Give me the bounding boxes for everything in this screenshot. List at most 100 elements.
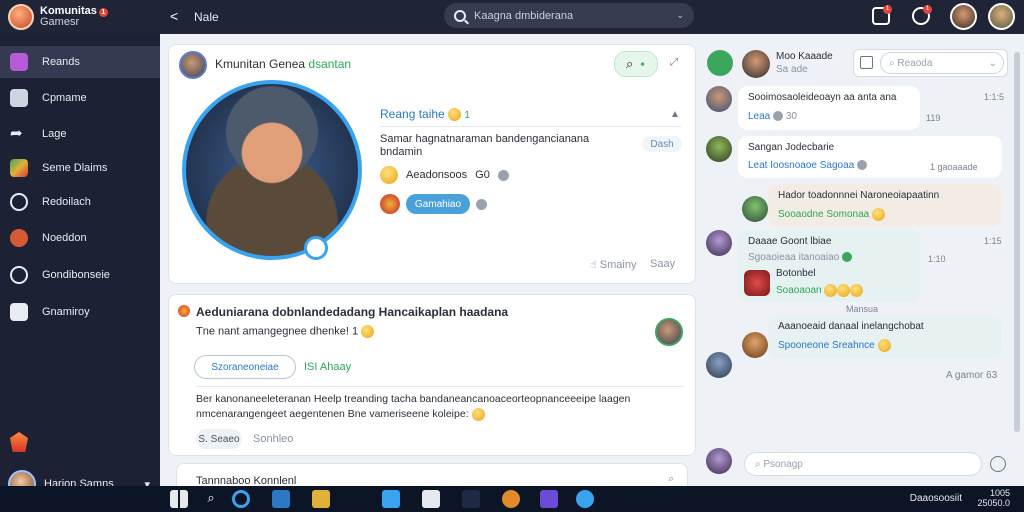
chat-footer-note: A gamor 63	[946, 370, 998, 381]
notification-icon[interactable]: 1	[872, 5, 892, 25]
chat-message-line-1: Sooimosaoleideoayn aa anta ana	[748, 92, 897, 103]
search-icon	[454, 9, 466, 22]
announcement-title[interactable]: Aeduniarana dobnlandedadang Hancaikaplan…	[196, 305, 508, 319]
friend-avatar[interactable]	[988, 3, 1015, 30]
app-icon[interactable]	[540, 490, 558, 508]
chat-time: 119	[926, 113, 941, 123]
back-button[interactable]: <	[170, 8, 178, 24]
flame-icon[interactable]	[10, 432, 28, 452]
status-icon	[841, 252, 852, 263]
mail-icon[interactable]	[422, 490, 440, 508]
info-icon[interactable]	[476, 198, 487, 210]
tag-pill[interactable]: Dash	[642, 136, 682, 152]
folder-icon[interactable]	[382, 490, 400, 508]
chat-header-avatar[interactable]	[742, 50, 770, 78]
chat-message-line-2: Sooaodne Somonaa	[778, 209, 870, 221]
announcement-avatar[interactable]	[655, 318, 683, 346]
browser-icon[interactable]	[502, 490, 520, 508]
chat-message-input[interactable]: ⌕ Psonagp	[744, 452, 982, 476]
sidebar-item-redoilach[interactable]: Redoilach	[0, 186, 160, 218]
chat-message-line-1: Aaanoeaid danaal inelangchobat	[778, 321, 924, 332]
action-button[interactable]: Gamahiao	[406, 194, 470, 214]
chat-header-sub: Sa ade	[776, 64, 808, 75]
sidebar-item-gnamiroy[interactable]: Gnamiroy	[0, 296, 160, 328]
fire-badge-icon	[380, 194, 400, 214]
sidebar-item-noeddon[interactable]: Noeddon	[0, 222, 160, 254]
collapse-icon[interactable]: ▲	[670, 109, 680, 120]
post-heading-count: 1	[464, 110, 470, 121]
clock[interactable]: 1005 25050.0	[977, 488, 1010, 508]
sidebar-item-lage[interactable]: ➦ Lage	[0, 118, 160, 150]
game-store-icon	[10, 159, 28, 177]
post-footer-right[interactable]: Saay	[650, 258, 675, 270]
announcement-body-line-1: Ber kanonaneeleteranan Heelp treanding t…	[196, 393, 631, 405]
sparkle-icon: ✦	[639, 59, 646, 69]
game-icon[interactable]	[462, 490, 480, 508]
sidebar-item-gondibonseie[interactable]: Gondibonseie	[0, 259, 160, 291]
chat-note: Mansua	[846, 304, 879, 314]
camera-icon	[10, 266, 28, 284]
sidebar-item-label: Redoilach	[42, 196, 91, 208]
post-search-button[interactable]: ⌕ ✦	[614, 51, 658, 77]
chat-avatar[interactable]	[706, 352, 732, 378]
system-tray[interactable]: Daaosoosiit	[910, 493, 962, 504]
post-author-name[interactable]: Kmunitan Genea	[215, 57, 305, 71]
gallery-icon[interactable]	[312, 490, 330, 508]
edge-icon[interactable]	[576, 490, 594, 508]
link-pill[interactable]: Szoraneoneiae	[194, 355, 296, 379]
sidebar-item-seme-dlaims[interactable]: Seme Dlaims	[0, 152, 160, 184]
sidebar-item-label: Gnamiroy	[42, 306, 90, 318]
cortana-icon[interactable]	[232, 490, 250, 508]
chat-channel-icon[interactable]	[707, 50, 733, 76]
brand-subtitle: Gamesr	[40, 16, 80, 28]
emoji-icon	[850, 284, 864, 297]
brand[interactable]: Komunitas 1 Gamesr	[8, 4, 108, 30]
emoji-picker-icon[interactable]	[990, 456, 1006, 472]
chat-avatar[interactable]	[706, 448, 732, 474]
sidebar-item-label: Cpmame	[42, 92, 87, 104]
chat-avatar[interactable]	[742, 332, 768, 358]
post-description-line-1: Samar hagnatnaraman bandengancianana	[380, 133, 590, 145]
post-author-avatar[interactable]	[179, 51, 207, 79]
chat-filter-input[interactable]: ⌕ Reaoda ⌄	[880, 52, 1004, 74]
calendar-icon	[10, 89, 28, 107]
global-search-input[interactable]: Kaagna dmbiderana ⌄	[444, 3, 694, 28]
like-icon[interactable]	[857, 160, 867, 171]
chat-avatar[interactable]	[742, 196, 768, 222]
chat-message-line-4: Soaoaoan	[776, 285, 822, 297]
sidebar-item-cpmame[interactable]: Cpmame	[0, 82, 160, 114]
emoji-icon	[837, 284, 851, 297]
like-icon[interactable]	[773, 111, 784, 122]
sidebar: Reands Cpmame ➦ Lage Seme Dlaims Redoilac…	[0, 34, 160, 498]
chat-avatar[interactable]	[706, 136, 732, 162]
sidebar-item-label: Lage	[42, 128, 67, 140]
post-author-tag[interactable]: dsantan	[308, 57, 351, 71]
chat-message-line-2: Leaa	[748, 111, 771, 122]
chat-scrollbar[interactable]	[1014, 52, 1020, 432]
gamepad-icon	[10, 53, 28, 71]
store-icon[interactable]	[272, 490, 290, 508]
search-icon[interactable]: ⌕	[668, 473, 674, 486]
chat-message-line-1: Daaae Goont lbiae	[748, 236, 832, 247]
top-bar: Komunitas 1 Gamesr < Nale Kaagna dmbidera…	[0, 0, 1024, 34]
windows-start-icon[interactable]	[170, 490, 188, 508]
thumb-icon: ☝	[590, 259, 597, 271]
chat-message-line-1: Sangan Jodecbarie	[748, 142, 835, 153]
search-icon[interactable]: ⌕	[202, 490, 220, 508]
edit-icon[interactable]	[860, 56, 873, 69]
post-footer-left[interactable]: Smainy	[600, 259, 637, 271]
character-icon	[10, 229, 28, 247]
taskbar: ⌕ Daaosoosiit 1005 25050.0	[0, 486, 1024, 512]
share-button[interactable]: Sonhleo	[253, 433, 293, 445]
reply-button[interactable]: S. Seaeo	[196, 429, 242, 449]
chat-bubble-icon[interactable]: 1	[912, 5, 932, 25]
chat-avatar[interactable]	[706, 230, 732, 256]
chevron-down-icon[interactable]: ⌄	[676, 10, 684, 21]
clock-date: 25050.0	[977, 498, 1010, 508]
sidebar-item-reands[interactable]: Reands	[0, 46, 160, 78]
reaction-emoji-icon[interactable]	[380, 166, 398, 184]
chat-avatar[interactable]	[706, 86, 732, 112]
expand-icon[interactable]: ⤢	[670, 57, 678, 68]
user-avatar[interactable]	[950, 3, 977, 30]
info-icon[interactable]	[497, 169, 509, 181]
